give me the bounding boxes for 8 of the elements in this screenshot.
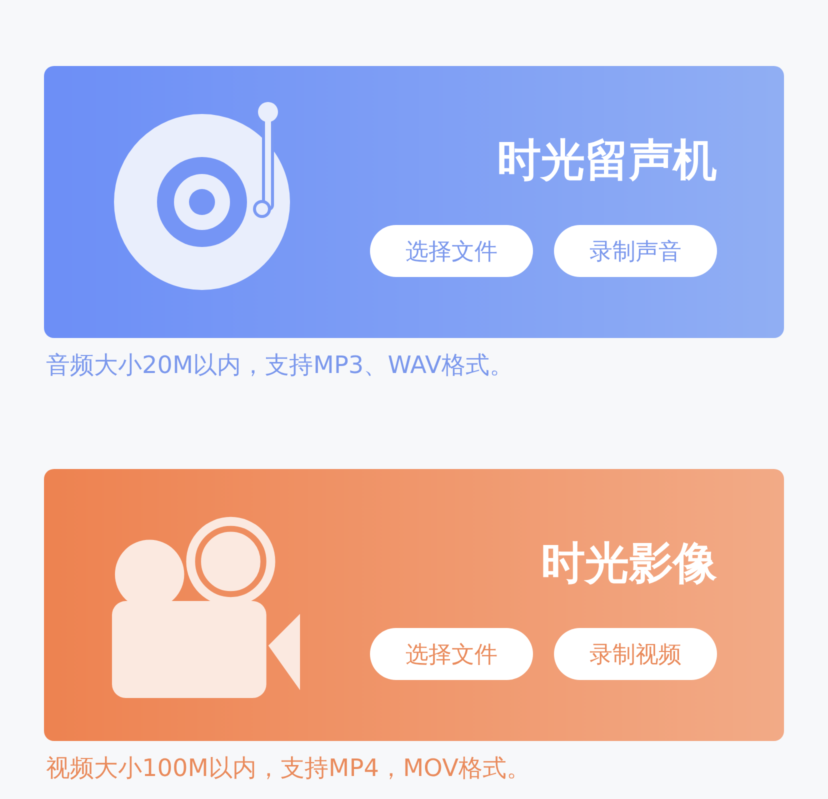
format-note: 音频大小20M以内，支持MP3、WAV格式。 (45, 350, 514, 381)
action-button[interactable]: 选择文件 (370, 225, 533, 277)
format-note: 视频大小100M以内，支持MP4，MOV格式。 (45, 753, 532, 784)
action-button[interactable]: 录制视频 (554, 628, 717, 680)
action-button[interactable]: 录制声音 (554, 225, 717, 277)
action-button[interactable]: 选择文件 (370, 628, 533, 680)
card-title: 时光影像 (541, 537, 717, 591)
card-title: 时光留声机 (497, 134, 717, 188)
